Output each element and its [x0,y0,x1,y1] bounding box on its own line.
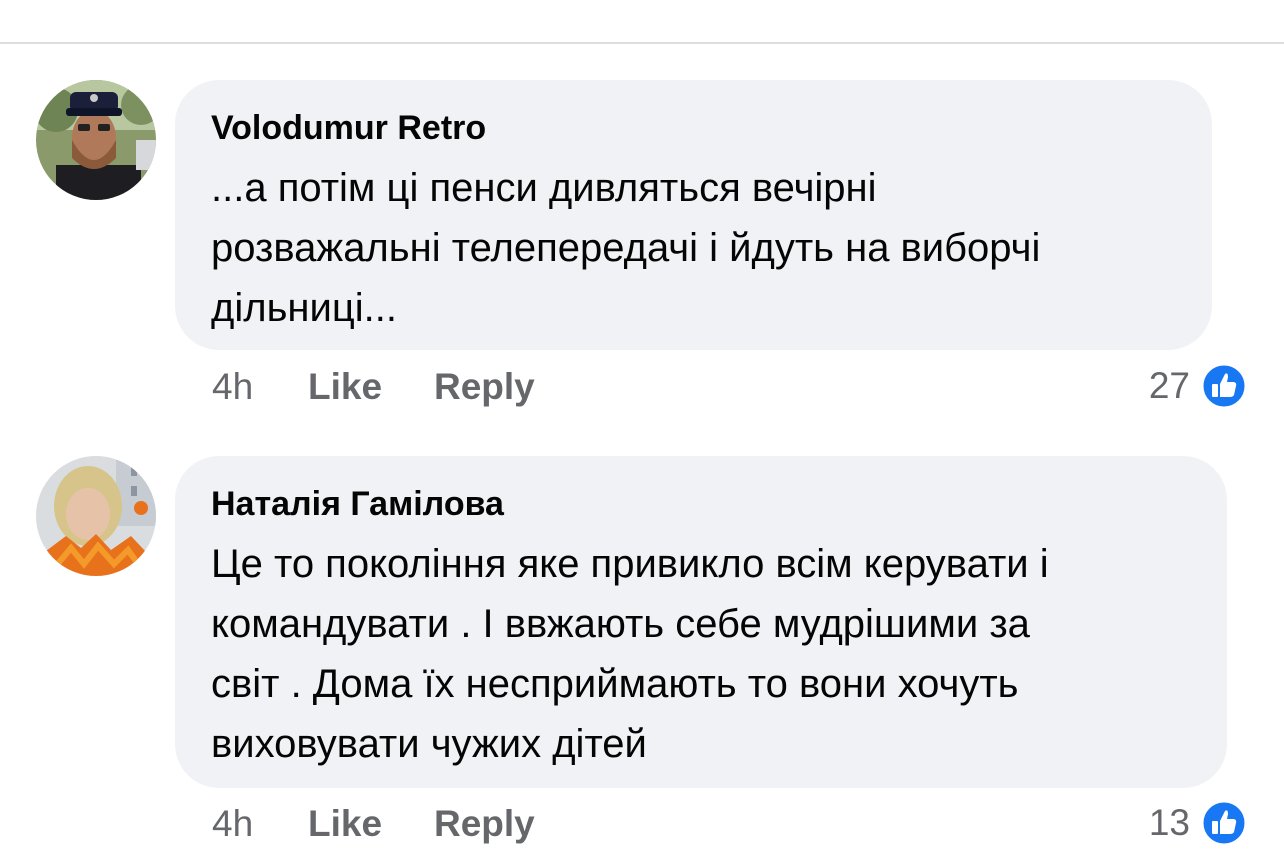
reaction-count: 27 [1148,365,1190,406]
comment-timestamp[interactable]: 4h [212,366,308,408]
comment-bubble: Наталія Гамілова Це то покоління яке при… [175,456,1227,788]
comment-actions: 4h Like Reply [212,799,535,849]
comment-author[interactable]: Наталія Гамілова [211,482,1191,526]
comment-bubble: Volodumur Retro ...а потім ці пенси дивл… [175,80,1212,350]
like-button[interactable]: Like [308,803,434,845]
comment-author[interactable]: Volodumur Retro [211,106,1176,150]
comment-text-line: ...а потім ці пенси дивляться вечірні [211,166,877,210]
author-avatar[interactable] [36,80,156,200]
avatar-man-in-cap-icon [36,80,156,200]
comment-text-line: дільниці... [211,286,397,330]
comment-text-line: світ . Дома їх несприймають то вони хочу… [211,662,1019,706]
like-reaction-icon [1200,799,1248,847]
reply-button[interactable]: Reply [434,803,535,845]
top-divider [0,42,1284,44]
reaction-count: 13 [1148,802,1190,843]
reply-button[interactable]: Reply [434,366,535,408]
author-avatar[interactable] [36,456,156,576]
comment-text-line: виховувати чужих дітей [211,722,647,766]
comment-text-line: командувати . І ввжають себе мудрішими з… [211,602,1030,646]
comment-text-line: Це то покоління яке привикло всім керува… [211,542,1049,586]
avatar-woman-with-flowers-icon [36,456,156,576]
comment-actions: 4h Like Reply [212,362,535,412]
like-reaction-icon [1200,362,1248,410]
reaction-summary[interactable]: 13 [1149,797,1248,849]
comment-text: ...а потім ці пенси дивляться вечірні ро… [211,158,1176,338]
comment-text-line: розважальні телепередачі і йдуть на вибо… [211,226,1041,270]
comment-text: Це то покоління яке привикло всім керува… [211,534,1191,774]
reaction-summary[interactable]: 27 [1149,360,1248,412]
comment-timestamp[interactable]: 4h [212,803,308,845]
like-button[interactable]: Like [308,366,434,408]
